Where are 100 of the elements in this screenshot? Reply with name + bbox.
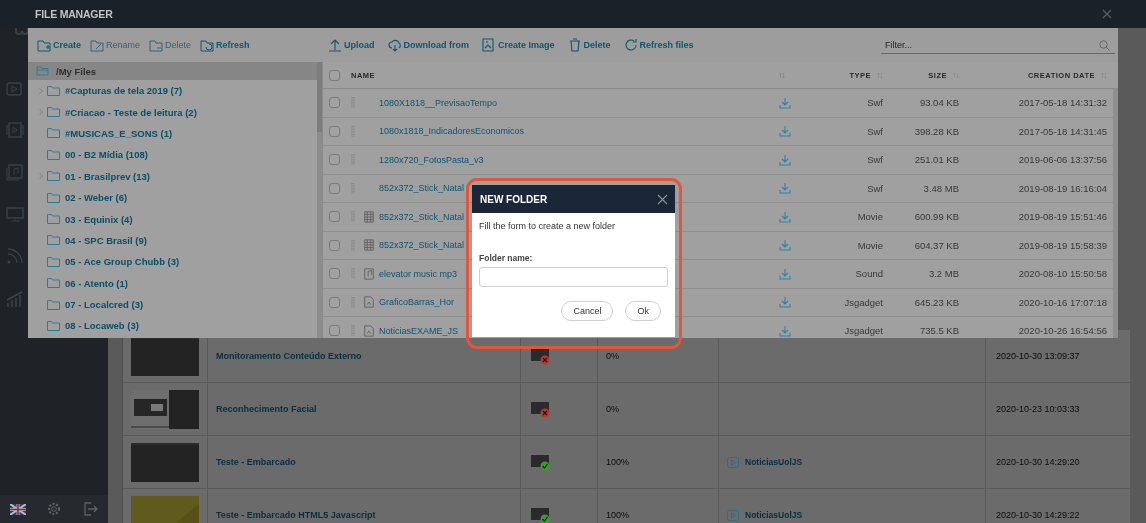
download-icon[interactable]	[779, 96, 791, 109]
tree-item[interactable]: 05 - Ace Group Chubb (3)	[28, 251, 317, 273]
file-size: 645.23 KB	[914, 296, 959, 308]
folder-icon	[47, 149, 60, 160]
toolbar-button[interactable]: Upload	[328, 38, 375, 52]
download-icon[interactable]	[779, 182, 791, 195]
file-name[interactable]: 1280x720_FotosPasta_v3	[379, 154, 484, 165]
download-icon[interactable]	[779, 296, 791, 309]
gadget-link[interactable]: NoticiasUolJS	[745, 457, 803, 467]
folder-icon	[47, 192, 60, 203]
toolbar-button[interactable]: Refresh	[200, 38, 250, 52]
sort-icon[interactable]	[779, 71, 785, 79]
file-date: 2020-08-10 15:50:58	[1018, 268, 1107, 280]
date-text: 2020-10-30 14:29:20	[996, 457, 1080, 467]
row-checkbox[interactable]	[329, 296, 340, 308]
tree-item[interactable]: 00 - B2 Mídia (108)	[28, 144, 317, 166]
file-size: 735.5 KB	[919, 325, 959, 337]
tree-item[interactable]: 06 - Atento (1)	[28, 272, 317, 294]
folder-icon	[47, 107, 60, 118]
file-name[interactable]: 852x372_Stick_Natal	[379, 240, 465, 251]
folder-action-icon	[90, 38, 104, 52]
date-text: 2020-10-30 13:09:37	[996, 351, 1080, 361]
file-type: Swf	[867, 154, 883, 166]
file-type: Jsgadget	[844, 296, 883, 308]
row-checkbox[interactable]	[329, 97, 340, 109]
file-action-icon	[328, 38, 342, 52]
row-checkbox[interactable]	[329, 182, 340, 194]
item-title[interactable]: Teste - Embarcado HTML5 Javascript	[216, 510, 376, 520]
download-icon[interactable]	[779, 153, 791, 166]
monitor-icon[interactable]	[6, 207, 24, 222]
search-icon	[1099, 39, 1110, 51]
toolbar-button[interactable]: Delete	[567, 38, 611, 52]
tree-item[interactable]: 01 - Brasilprev (13)	[28, 165, 317, 187]
row-checkbox[interactable]	[329, 125, 340, 137]
toolbar-button[interactable]: Create Image	[482, 38, 555, 52]
row-checkbox[interactable]	[329, 154, 340, 166]
file-type: Swf	[867, 125, 883, 137]
tree-item[interactable]: #Capturas de tela 2019 (7)	[28, 80, 317, 102]
tree-item[interactable]: #Criacao - Teste de leitura (2)	[28, 101, 317, 123]
folder-icon	[47, 299, 60, 310]
folder-action-icon	[37, 38, 51, 52]
toolbar-button[interactable]: Create	[37, 38, 81, 52]
row-checkbox[interactable]	[329, 211, 340, 223]
file-type: Movie	[857, 211, 883, 223]
file-action-icon	[387, 38, 402, 52]
tree-item[interactable]: 03 - Equinix (4)	[28, 208, 317, 230]
file-name[interactable]: NoticiasEXAME_JS	[379, 325, 459, 336]
folder-icon	[47, 235, 60, 246]
toolbar-button[interactable]: Refresh files	[623, 38, 694, 52]
tree-item[interactable]: 02 - Weber (6)	[28, 186, 317, 209]
close-icon[interactable]	[1102, 9, 1112, 19]
download-icon[interactable]	[779, 267, 791, 280]
dialog-button[interactable]: Ok	[625, 301, 661, 321]
settings-icon[interactable]	[46, 501, 62, 517]
item-title[interactable]: Reconhecimento Facial	[216, 404, 317, 414]
download-icon[interactable]	[779, 324, 791, 337]
file-name[interactable]: elevator music mp3	[379, 268, 458, 279]
file-size: 604.37 KB	[914, 239, 959, 251]
file-size: 3.2 MB	[928, 268, 959, 280]
item-title[interactable]: Teste - Embarcado	[216, 457, 296, 467]
toolbar-button[interactable]: Download from	[387, 38, 469, 52]
file-name[interactable]: 1080x1818_IndicadoresEconomicos	[379, 126, 525, 137]
progress-text: 100%	[606, 510, 630, 520]
film-icon[interactable]	[6, 122, 24, 138]
file-date: 2017-05-18 14:31:45	[1018, 125, 1107, 137]
filter-field[interactable]: Filter...	[881, 36, 1115, 54]
logout-icon[interactable]	[82, 501, 98, 517]
tree-item[interactable]: 04 - SPC Brasil (9)	[28, 229, 317, 252]
file-name[interactable]: GraficoBarras_Hor	[379, 297, 455, 308]
file-type: Sound	[855, 268, 883, 280]
close-icon[interactable]	[657, 193, 668, 205]
file-name[interactable]: 1080X1818__PrevisaoTempo	[379, 97, 498, 108]
file-size: 93.04 KB	[919, 97, 959, 109]
flag-icon[interactable]	[10, 503, 26, 515]
file-type-icon	[363, 239, 375, 252]
tree-item[interactable]: 08 - Locaweb (3)	[28, 315, 317, 337]
row-checkbox[interactable]	[329, 268, 340, 280]
music-icon[interactable]	[6, 164, 23, 181]
folder-name-field[interactable]	[479, 267, 668, 287]
file-name[interactable]: 852x372_Stick_Natal	[379, 211, 465, 222]
row-checkbox[interactable]	[329, 325, 340, 337]
row-checkbox[interactable]	[329, 239, 340, 251]
download-icon[interactable]	[779, 239, 791, 252]
chart-icon[interactable]	[6, 291, 24, 308]
dialog-button[interactable]: Cancel	[561, 301, 614, 321]
tree-item[interactable]: 07 - Localcred (3)	[28, 293, 317, 316]
item-title[interactable]: Monitoramento Conteúdo Externo	[216, 351, 362, 361]
download-icon[interactable]	[779, 125, 791, 138]
download-icon[interactable]	[779, 210, 791, 223]
file-action-icon	[482, 38, 496, 52]
play-icon	[727, 456, 739, 468]
select-all-checkbox[interactable]	[329, 69, 340, 81]
play-icon[interactable]	[6, 82, 22, 96]
file-size: 600.99 KB	[914, 211, 959, 223]
rss-icon[interactable]	[6, 248, 23, 265]
tree-item[interactable]: #MUSICAS_E_SONS (1)	[28, 122, 317, 145]
date-text: 2020-10-23 10:03:33	[996, 404, 1080, 414]
file-name[interactable]: 852x372_Stick_Natal	[379, 183, 465, 194]
gadget-link[interactable]: NoticiasUolJS	[745, 510, 803, 520]
tree-item[interactable]: /My Files	[28, 62, 317, 80]
